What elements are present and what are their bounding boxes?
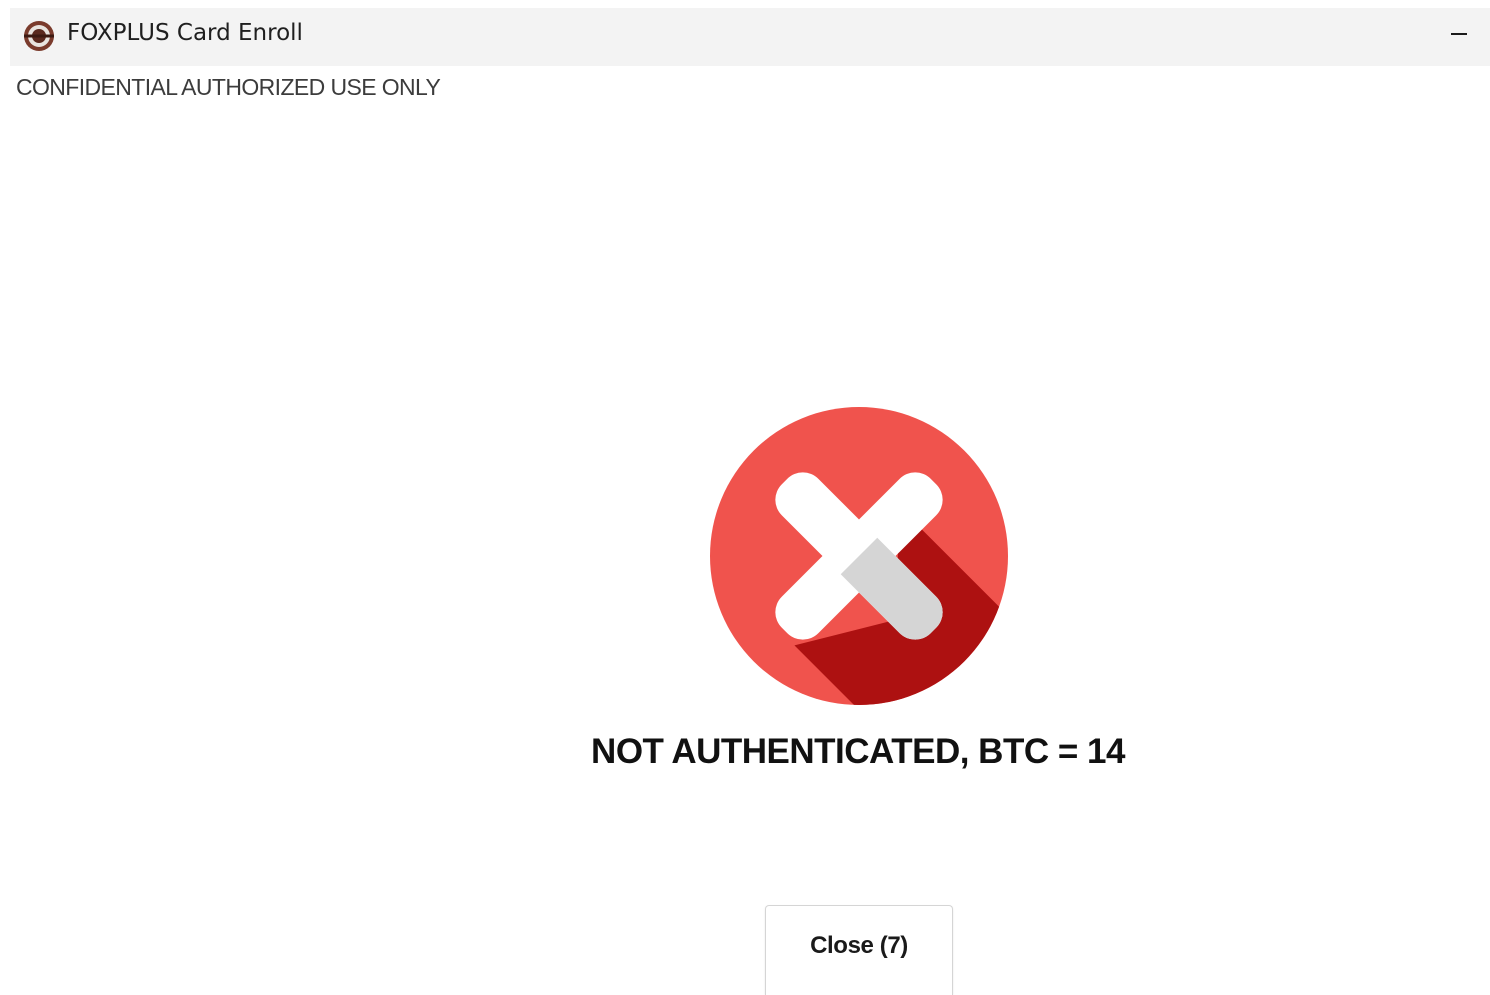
confidential-banner: CONFIDENTIAL AUTHORIZED USE ONLY — [16, 74, 441, 100]
window-title: FOXPLUS Card Enroll — [67, 20, 303, 46]
minimize-button[interactable] — [1428, 8, 1490, 58]
app-window: FOXPLUS Card Enroll CONFIDENTIAL AUTHORI… — [10, 8, 1490, 995]
close-button-label: Close (7) — [810, 932, 908, 959]
authentication-status-message: NOT AUTHENTICATED, BTC = 14 — [591, 732, 1125, 771]
title-bar: FOXPLUS Card Enroll — [10, 8, 1490, 66]
minimize-icon — [1451, 33, 1467, 35]
close-button[interactable]: Close (7) — [765, 905, 953, 995]
error-x-icon — [710, 407, 1008, 705]
foxplus-app-icon — [24, 21, 54, 51]
